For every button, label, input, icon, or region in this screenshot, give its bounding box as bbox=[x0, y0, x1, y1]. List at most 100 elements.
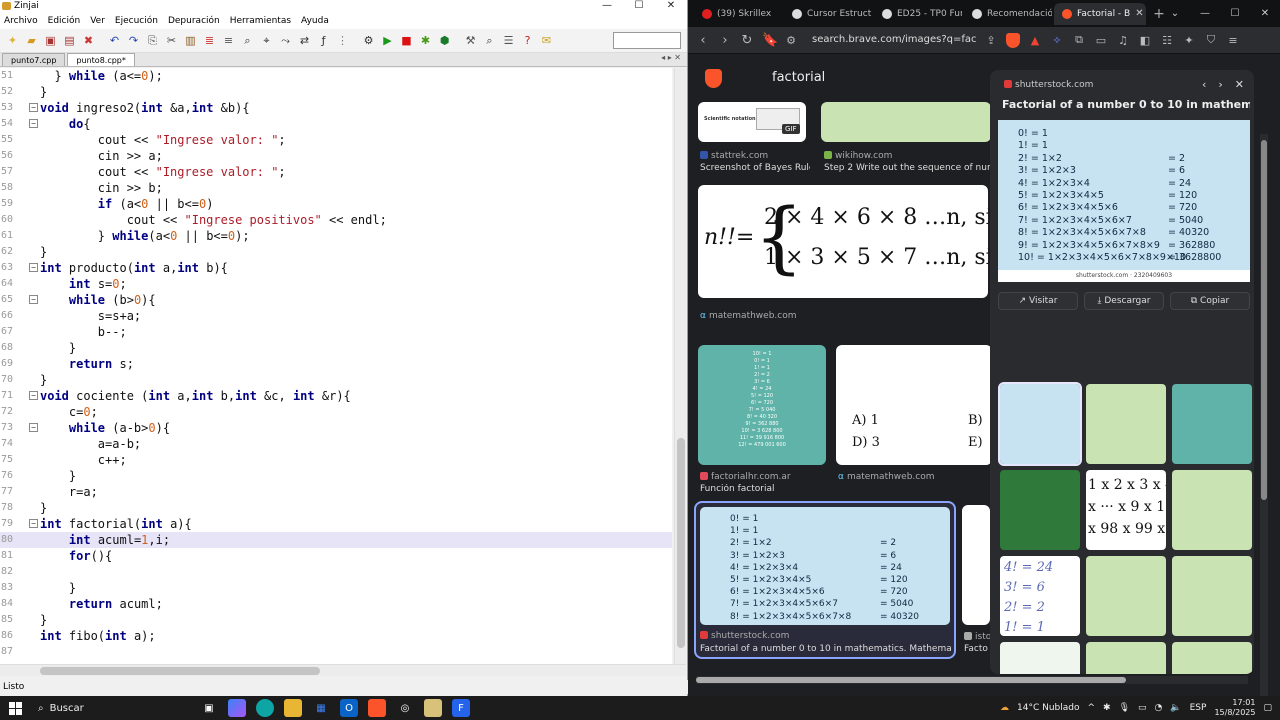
related-thumb-6[interactable] bbox=[1172, 470, 1252, 550]
tab-punto8[interactable]: punto8.cpp* bbox=[67, 53, 135, 66]
visit-button[interactable]: ↗ Visitar bbox=[998, 292, 1078, 310]
result-title-wikihow[interactable]: Step 2 Write out the sequence of numbers… bbox=[824, 163, 990, 173]
browser-tab-recomendacion[interactable]: Recomendación bbox=[964, 3, 1052, 25]
tips-icon[interactable]: ✉ bbox=[538, 32, 555, 49]
code-line[interactable]: 72 c=0; bbox=[0, 404, 672, 420]
code-line[interactable]: 71 − void cociente (int a,int b,int &c, in… bbox=[0, 388, 672, 404]
close-file-icon[interactable]: ✖ bbox=[80, 32, 97, 49]
volume-icon[interactable]: 🔈 bbox=[1170, 703, 1181, 713]
bookmarks-icon[interactable]: ⋮ bbox=[334, 32, 351, 49]
related-thumb-2[interactable] bbox=[1086, 384, 1166, 464]
code-line[interactable]: 75 c++; bbox=[0, 452, 672, 468]
code-line[interactable]: 54 − do{ bbox=[0, 116, 672, 132]
related-thumb-8[interactable] bbox=[1086, 556, 1166, 636]
sidebar-icon[interactable]: ◧ bbox=[1138, 34, 1152, 47]
extensions-icon[interactable]: ⧉ bbox=[1072, 33, 1086, 47]
menu-edicion[interactable]: Edición bbox=[48, 16, 81, 26]
tab-punto7[interactable]: punto7.cpp bbox=[2, 53, 66, 66]
help-icon[interactable]: ? bbox=[519, 32, 536, 49]
share-icon[interactable]: ⇪ bbox=[984, 34, 998, 47]
weather-text[interactable]: 14°C Nublado bbox=[1017, 703, 1079, 713]
fold-toggle-icon[interactable]: − bbox=[29, 423, 38, 432]
editor-horizontal-scrollbar[interactable] bbox=[0, 664, 686, 676]
language-indicator[interactable]: ESP bbox=[1190, 703, 1207, 713]
menu-depuracion[interactable]: Depuración bbox=[168, 16, 220, 26]
fold-toggle-icon[interactable]: − bbox=[29, 119, 38, 128]
browser-close-button[interactable]: ✕ bbox=[1250, 0, 1280, 27]
result-card-shutterstock-selected[interactable]: 0! = 1 1! = 1 2! = 1×2 = 2 3! = 1×2×3 = 6 4! =… bbox=[694, 501, 956, 659]
brave-taskbar-icon[interactable] bbox=[368, 699, 386, 717]
related-thumb-7[interactable]: 4! = 24 3! = 6 2! = 2 1! = 1 bbox=[1000, 556, 1080, 636]
browser-maximize-button[interactable]: ☐ bbox=[1220, 0, 1250, 27]
close-panel-icon[interactable]: ✕ bbox=[1235, 78, 1244, 91]
result-thumb-factorialhr[interactable]: 10! = 1 0! = 1 1! = 1 2! = 2 3! = 6 4! =… bbox=[698, 345, 826, 465]
forward-icon[interactable]: › bbox=[718, 33, 732, 48]
toolbar-search-input[interactable] bbox=[613, 32, 681, 49]
vpn-icon[interactable]: ⛉ bbox=[1204, 33, 1218, 47]
code-line[interactable]: 59 if (a<0 || b<=0) bbox=[0, 196, 672, 212]
media-icon[interactable]: ♫ bbox=[1116, 34, 1130, 47]
code-line[interactable]: 77 r=a; bbox=[0, 484, 672, 500]
code-line[interactable]: 82 bbox=[0, 564, 672, 580]
close-button[interactable]: ✕ bbox=[655, 0, 687, 12]
edge-icon[interactable] bbox=[256, 699, 274, 717]
menu-ayuda[interactable]: Ayuda bbox=[301, 16, 329, 26]
code-line[interactable]: 51 } while (a<=0); bbox=[0, 68, 672, 84]
result-title-istock[interactable]: Facto bbox=[964, 644, 990, 654]
browser-tab-search-icon[interactable]: ⌄ bbox=[1160, 0, 1190, 27]
bluetooth-icon[interactable]: ✱ bbox=[1103, 703, 1111, 713]
page-vertical-scrollbar[interactable] bbox=[1260, 134, 1268, 696]
browser-tab-youtube[interactable]: (39) Skrillex bbox=[694, 3, 782, 25]
code-line[interactable]: 87 bbox=[0, 644, 672, 660]
fold-toggle-icon[interactable]: − bbox=[29, 519, 38, 528]
code-line[interactable]: 81 for(){ bbox=[0, 548, 672, 564]
search-query[interactable]: factorial bbox=[772, 70, 825, 85]
code-line[interactable]: 52} bbox=[0, 84, 672, 100]
options-icon[interactable]: ☰ bbox=[500, 32, 517, 49]
brave-shields-icon[interactable] bbox=[1006, 32, 1020, 48]
fold-toggle-icon[interactable]: − bbox=[29, 263, 38, 272]
reading-icon[interactable]: ☷ bbox=[1160, 34, 1174, 47]
code-line[interactable]: 68 } bbox=[0, 340, 672, 356]
related-thumb-5[interactable]: 1 x 2 x 3 x 4 x ··· x 9 x 10 x 98 x 99 x bbox=[1086, 470, 1166, 550]
browser-minimize-button[interactable]: — bbox=[1190, 0, 1220, 27]
brave-logo-icon[interactable] bbox=[705, 69, 722, 88]
reload-icon[interactable]: ↻ bbox=[740, 33, 754, 48]
code-line[interactable]: 66 s=s+a; bbox=[0, 308, 672, 324]
menu-ver[interactable]: Ver bbox=[90, 16, 105, 26]
code-line[interactable]: 62} bbox=[0, 244, 672, 260]
code-line[interactable]: 84 return acuml; bbox=[0, 596, 672, 612]
fold-toggle-icon[interactable]: − bbox=[29, 295, 38, 304]
browser-tab-cursor[interactable]: Cursor Estructur bbox=[784, 3, 872, 25]
code-line[interactable]: 69 return s; bbox=[0, 356, 672, 372]
store-icon[interactable]: ▦ bbox=[312, 699, 330, 717]
code-editor[interactable]: 51 } while (a<=0); 52} 53− void ingreso2(in… bbox=[0, 68, 672, 664]
code-line[interactable]: 74 a=a-b; bbox=[0, 436, 672, 452]
result-title-factorialhr[interactable]: Función factorial bbox=[700, 484, 828, 494]
panel-image[interactable]: 0! = 1 1! = 1 2! = 1×2 = 2 3! = 1×2×3 = 6 4! =… bbox=[998, 120, 1250, 278]
zoom-icon[interactable]: ⌕ bbox=[481, 32, 498, 49]
related-thumb-1[interactable] bbox=[998, 382, 1082, 466]
result-thumb-istock[interactable] bbox=[962, 505, 990, 625]
code-line[interactable]: 64 int s=0; bbox=[0, 276, 672, 292]
related-thumb-10[interactable] bbox=[1000, 642, 1080, 674]
paste-icon[interactable]: ▥ bbox=[182, 32, 199, 49]
code-line[interactable]: 56 cin >> a; bbox=[0, 148, 672, 164]
new-file-icon[interactable]: ✦ bbox=[4, 32, 21, 49]
panel-title[interactable]: Factorial of a number 0 to 10 in mathema… bbox=[1002, 98, 1250, 111]
result-thumb-wikihow[interactable] bbox=[821, 102, 991, 142]
related-thumb-11[interactable] bbox=[1086, 642, 1166, 674]
save-all-icon[interactable]: ▤ bbox=[61, 32, 78, 49]
menu-ejecucion[interactable]: Ejecución bbox=[115, 16, 158, 26]
indent-icon[interactable]: ≣ bbox=[201, 32, 218, 49]
task-view-icon[interactable]: ▣ bbox=[200, 699, 218, 717]
code-line[interactable]: 85} bbox=[0, 612, 672, 628]
result-thumb-double-factorial[interactable]: n!!= { 2 × 4 × 6 × 8 …n, si 1 × 3 × 5 × … bbox=[698, 185, 988, 298]
fold-toggle-icon[interactable]: − bbox=[29, 391, 38, 400]
start-button[interactable] bbox=[0, 696, 30, 720]
code-line[interactable]: 76 } bbox=[0, 468, 672, 484]
code-line[interactable]: 73 − while (a-b>0){ bbox=[0, 420, 672, 436]
menu-herramientas[interactable]: Herramientas bbox=[230, 16, 291, 26]
zinjai-taskbar-icon[interactable] bbox=[424, 699, 442, 717]
menu-icon[interactable]: ≡ bbox=[1226, 34, 1240, 47]
